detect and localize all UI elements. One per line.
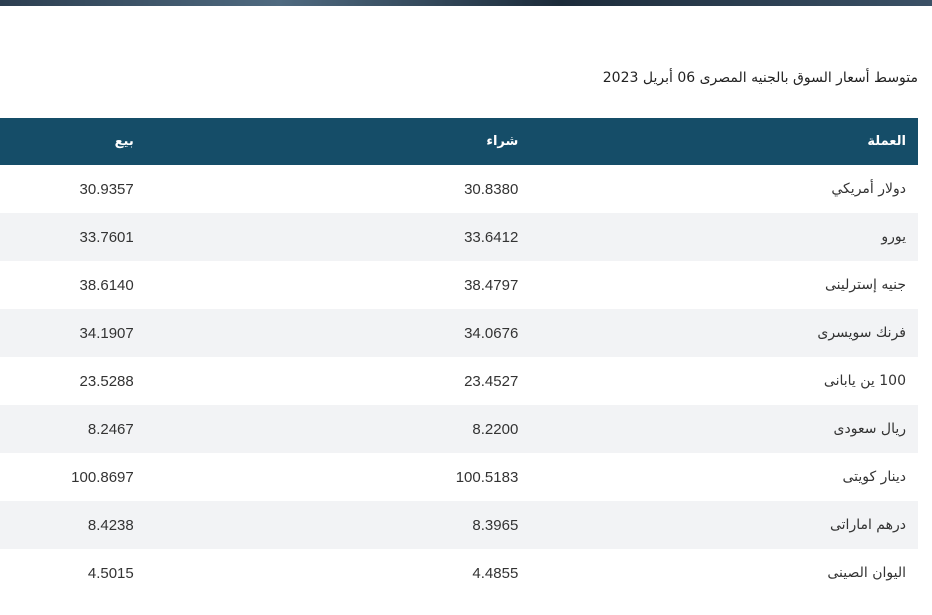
- currency-name: دينار كويتى: [842, 469, 906, 485]
- sell-rate: 34.1907: [79, 324, 134, 342]
- buy-rate: 34.0676: [464, 324, 519, 342]
- buy-rate: 8.2200: [472, 420, 519, 438]
- table-header: العملة شراء بيع: [0, 118, 918, 165]
- table-row: ريال سعودى 8.2200 8.2467: [0, 405, 918, 453]
- sell-rate: 4.5015: [87, 564, 134, 582]
- header-sell: بيع: [114, 134, 134, 149]
- currency-name: جنيه إسترلينى: [824, 277, 906, 293]
- table-row: دولار أمريكي 30.8380 30.9357: [0, 165, 918, 213]
- currency-name: درهم اماراتى: [829, 517, 906, 533]
- table-caption: متوسط أسعار السوق بالجنيه المصرى 06 أبري…: [602, 70, 918, 86]
- currency-name: يورو: [881, 229, 906, 245]
- table-row: فرنك سويسرى 34.0676 34.1907: [0, 309, 918, 357]
- header-currency: العملة: [867, 134, 906, 149]
- table-row: جنيه إسترلينى 38.4797 38.6140: [0, 261, 918, 309]
- buy-rate: 100.5183: [455, 468, 519, 486]
- buy-rate: 38.4797: [464, 276, 519, 294]
- buy-rate: 4.4855: [472, 564, 519, 582]
- buy-rate: 8.3965: [472, 516, 519, 534]
- sell-rate: 23.5288: [79, 372, 134, 390]
- exchange-rates-table: العملة شراء بيع دولار أمريكي 30.8380 30.…: [0, 118, 918, 597]
- top-banner-image: [0, 0, 932, 6]
- buy-rate: 23.4527: [464, 372, 519, 390]
- table-body: دولار أمريكي 30.8380 30.9357 يورو 33.641…: [0, 165, 918, 597]
- table-row: اليوان الصينى 4.4855 4.5015: [0, 549, 918, 597]
- buy-rate: 33.6412: [464, 228, 519, 246]
- currency-name: فرنك سويسرى: [817, 325, 906, 341]
- sell-rate: 38.6140: [79, 276, 134, 294]
- header-row: العملة شراء بيع: [0, 118, 918, 165]
- currency-name: دولار أمريكي: [831, 181, 906, 197]
- currency-name: 100 ين يابانى: [823, 373, 906, 389]
- sell-rate: 8.4238: [87, 516, 134, 534]
- table-row: درهم اماراتى 8.3965 8.4238: [0, 501, 918, 549]
- sell-rate: 33.7601: [79, 228, 134, 246]
- header-buy: شراء: [486, 134, 519, 149]
- currency-name: ريال سعودى: [833, 421, 906, 437]
- table-row: دينار كويتى 100.5183 100.8697: [0, 453, 918, 501]
- sell-rate: 8.2467: [87, 420, 134, 438]
- currency-name: اليوان الصينى: [827, 565, 906, 581]
- buy-rate: 30.8380: [464, 180, 519, 198]
- sell-rate: 30.9357: [79, 180, 134, 198]
- table-row: 100 ين يابانى 23.4527 23.5288: [0, 357, 918, 405]
- table-row: يورو 33.6412 33.7601: [0, 213, 918, 261]
- sell-rate: 100.8697: [71, 468, 134, 486]
